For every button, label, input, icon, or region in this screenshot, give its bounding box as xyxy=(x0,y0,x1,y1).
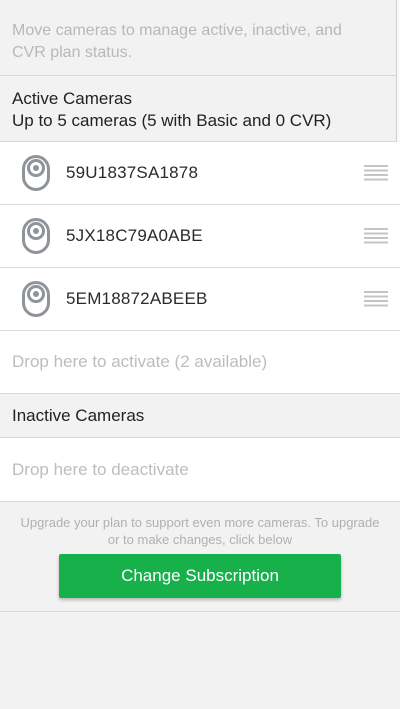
drag-handle-icon[interactable] xyxy=(364,291,388,307)
drag-handle-icon[interactable] xyxy=(364,228,388,244)
camera-row[interactable]: 5JX18C79A0ABE xyxy=(0,205,400,268)
upgrade-note: Upgrade your plan to support even more c… xyxy=(20,515,380,547)
change-subscription-button[interactable]: Change Subscription xyxy=(59,554,341,598)
camera-name: 5JX18C79A0ABE xyxy=(66,226,203,245)
subscription-footer: Upgrade your plan to support even more c… xyxy=(0,502,400,612)
camera-row[interactable]: 5EM18872ABEEB xyxy=(0,268,400,331)
deactivate-drop-label: Drop here to deactivate xyxy=(12,459,189,479)
camera-name: 59U1837SA1878 xyxy=(66,163,199,182)
drag-handle-icon[interactable] xyxy=(364,165,388,181)
active-cameras-title: Active Cameras xyxy=(12,89,132,108)
intro-text: Move cameras to manage active, inactive,… xyxy=(0,0,400,76)
activate-drop-label: Drop here to activate (2 available) xyxy=(12,352,268,371)
inactive-cameras-title: Inactive Cameras xyxy=(12,406,145,425)
deactivate-drop-zone[interactable]: Drop here to deactivate xyxy=(0,438,400,502)
active-cameras-subtitle: Up to 5 cameras (5 with Basic and 0 CVR) xyxy=(12,111,332,130)
camera-name: 5EM18872ABEEB xyxy=(66,289,208,308)
active-cameras-header: Active Cameras Up to 5 cameras (5 with B… xyxy=(0,76,400,142)
camera-icon xyxy=(22,155,50,191)
inactive-cameras-header: Inactive Cameras xyxy=(0,394,400,438)
camera-row[interactable]: 59U1837SA1878 xyxy=(0,142,400,205)
camera-icon xyxy=(22,281,50,317)
camera-icon xyxy=(22,218,50,254)
activate-drop-zone[interactable]: Drop here to activate (2 available) xyxy=(0,331,400,394)
